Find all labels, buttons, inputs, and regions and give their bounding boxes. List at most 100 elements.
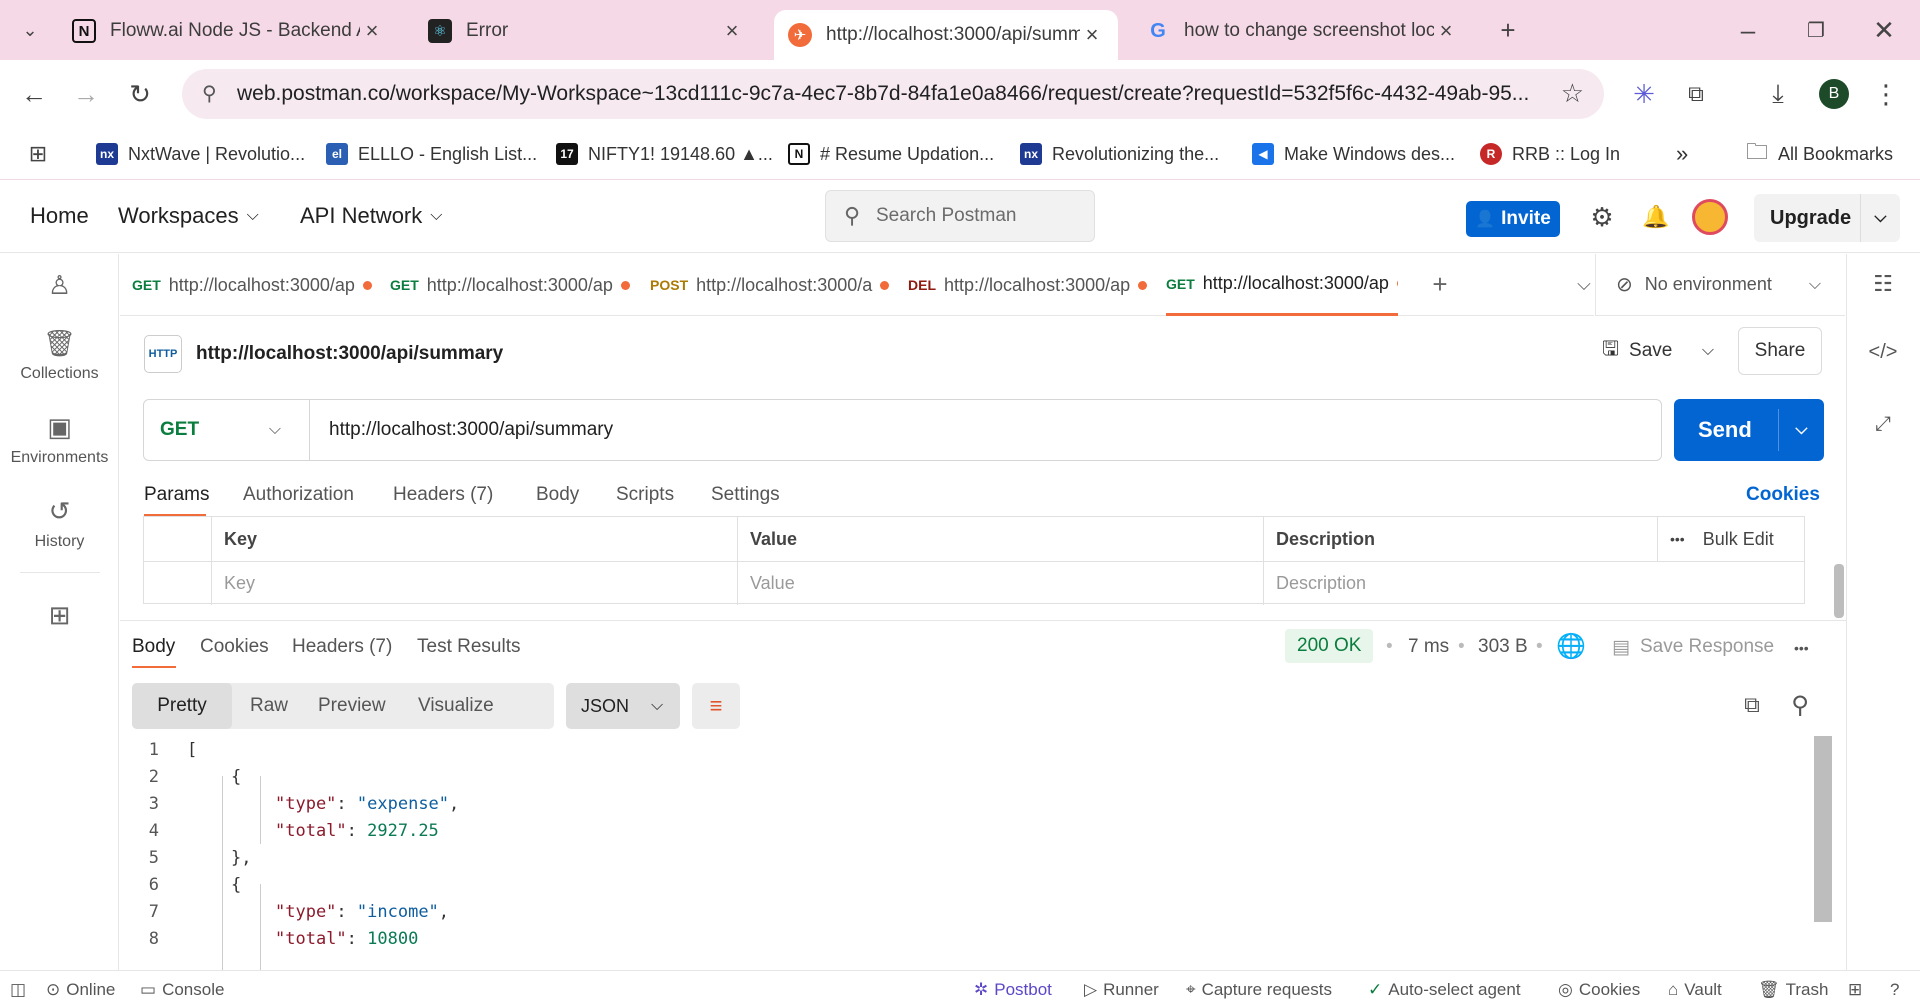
close-icon[interactable]: × [1434, 18, 1458, 44]
nav-home[interactable]: Home [30, 203, 89, 229]
tab-body[interactable]: Body [536, 484, 579, 506]
runner-button[interactable]: ▷ Runner [1084, 980, 1159, 1000]
tab-settings[interactable]: Settings [711, 484, 780, 506]
send-options-chevron-icon[interactable]: ⌵ [1778, 409, 1824, 451]
request-tab-active[interactable]: GET http://localhost:3000/ap [1166, 254, 1398, 316]
minimize-icon[interactable]: – [1728, 10, 1768, 50]
extensions-puzzle-icon[interactable]: ⧉ [1676, 74, 1716, 114]
view-preview[interactable]: Preview [304, 683, 400, 729]
cookies-footer-button[interactable]: ◎ Cookies [1558, 980, 1640, 1000]
help-icon[interactable]: ? [1890, 980, 1899, 1000]
upgrade-button[interactable]: Upgrade ⌵ [1754, 194, 1900, 242]
param-description-input[interactable]: Description [1264, 561, 1804, 605]
browser-tab-1[interactable]: N Floww.ai Node JS - Backend As × [58, 10, 398, 52]
response-body-code[interactable]: 1[ 2{ 3 "type": "expense", 4 "total": 2927… [132, 736, 1812, 970]
method-select[interactable]: GET ⌵ [144, 400, 310, 460]
url-bar[interactable]: ⚲ web.postman.co/workspace/My-Workspace~… [182, 69, 1604, 119]
params-row-checkbox[interactable] [144, 561, 212, 605]
request-tab[interactable]: GET http://localhost:3000/ap [390, 254, 640, 316]
chrome-menu-icon[interactable]: ⋮ [1866, 74, 1906, 114]
console-button[interactable]: ▭ Console [140, 980, 224, 1000]
site-info-icon[interactable]: ⚲ [202, 81, 217, 106]
expand-icon[interactable]: ⤢ [1863, 404, 1903, 444]
restore-icon[interactable]: ❐ [1796, 10, 1836, 50]
save-response-button[interactable]: ▤ Save Response [1612, 636, 1774, 659]
extension-icon[interactable]: ✳ [1624, 74, 1664, 114]
network-globe-icon[interactable]: 🌐 [1556, 632, 1586, 661]
vault-button[interactable]: ⌂ Vault [1668, 980, 1722, 1000]
sidebar-item-profile[interactable]: ♙ [0, 270, 119, 307]
save-options-chevron-icon[interactable]: ⌵ [1690, 327, 1726, 375]
browser-tab-4[interactable]: G how to change screenshot locat × [1132, 10, 1472, 52]
tab-authorization[interactable]: Authorization [243, 484, 354, 506]
nav-api-network[interactable]: API Network ⌵ [300, 203, 442, 229]
tab-scripts[interactable]: Scripts [616, 484, 674, 506]
close-icon[interactable]: × [360, 18, 384, 44]
back-arrow-icon[interactable]: ← [14, 74, 54, 114]
apps-grid-icon[interactable]: ⊞ [18, 134, 58, 174]
environment-selector[interactable]: ⊘ No environment ⌵ [1595, 254, 1845, 316]
status-badge[interactable]: 200 OK [1285, 629, 1374, 663]
bulk-edit-link[interactable]: Bulk Edit [1703, 529, 1774, 550]
bookmark-item[interactable]: R RRB :: Log In [1480, 138, 1620, 170]
invite-button[interactable]: 👤 Invite [1466, 201, 1560, 237]
reload-icon[interactable]: ↻ [120, 74, 160, 114]
forward-arrow-icon[interactable]: → [66, 74, 106, 114]
trash-button[interactable]: 🗑 Trash [1758, 980, 1828, 1000]
browser-tab-3[interactable]: ✈ http://localhost:3000/api/summ × [774, 10, 1118, 60]
sidebar-item-apps[interactable]: ⊞ [0, 600, 119, 637]
send-button[interactable]: Send ⌵ [1674, 399, 1824, 461]
cookies-link[interactable]: Cookies [1746, 484, 1820, 506]
sidebar-item-environments[interactable]: ▣ Environments [0, 412, 119, 467]
params-scrollbar[interactable] [1834, 564, 1844, 618]
code-icon[interactable]: </> [1863, 332, 1903, 372]
param-key-input[interactable]: Key [212, 561, 738, 605]
postbot-button[interactable]: ✲ Postbot [974, 980, 1052, 1000]
search-input[interactable]: ⚲ Search Postman [825, 190, 1095, 242]
response-size[interactable]: 303 B [1478, 636, 1528, 658]
bookmark-item[interactable]: nx NxtWave | Revolutio... [96, 138, 305, 170]
save-button[interactable]: 🖫 Save [1590, 327, 1690, 375]
response-time[interactable]: 7 ms [1408, 636, 1449, 658]
format-select[interactable]: JSON ⌵ [566, 683, 680, 729]
bookmark-item[interactable]: el ELLLO - English List... [326, 138, 537, 170]
notifications-bell-icon[interactable]: 🔔 [1636, 197, 1676, 237]
new-tab-plus-icon[interactable]: + [1488, 10, 1528, 50]
close-icon[interactable]: × [1080, 22, 1104, 48]
all-bookmarks[interactable]: 🗀 All Bookmarks [1746, 138, 1893, 170]
response-tab-test-results[interactable]: Test Results [417, 636, 520, 658]
sidebar-item-history[interactable]: ↺ History [0, 496, 119, 551]
layout-toggle-icon[interactable]: ⊞ [1848, 980, 1862, 1000]
bookmark-item[interactable]: N # Resume Updation... [788, 138, 994, 170]
more-options-icon[interactable]: ••• [1794, 640, 1809, 656]
settings-gear-icon[interactable]: ⚙ [1582, 197, 1622, 237]
capture-requests-button[interactable]: ⌖ Capture requests [1186, 980, 1332, 1000]
online-status[interactable]: ⊙ Online [46, 980, 115, 1000]
chevron-down-icon[interactable]: ⌵ [1860, 194, 1900, 242]
window-close-icon[interactable]: ✕ [1864, 10, 1904, 50]
bookmark-item[interactable]: 17 NIFTY1! 19148.60 ▲... [556, 138, 773, 170]
pane-divider[interactable] [120, 620, 1846, 621]
request-tab[interactable]: GET http://localhost:3000/ap [132, 254, 380, 316]
request-tab[interactable]: POST http://localhost:3000/a [650, 254, 900, 316]
response-tab-body[interactable]: Body [132, 636, 176, 668]
more-options-icon[interactable]: ••• [1670, 531, 1685, 547]
response-tab-cookies[interactable]: Cookies [200, 636, 269, 658]
toggle-sidebar-icon[interactable]: ◫ [10, 980, 26, 1000]
bookmark-star-icon[interactable]: ☆ [1561, 78, 1584, 109]
response-tab-headers[interactable]: Headers (7) [292, 636, 392, 658]
wrap-lines-icon[interactable]: ≡ [692, 683, 740, 729]
profile-avatar[interactable]: B [1814, 74, 1854, 114]
response-scrollbar[interactable] [1814, 736, 1832, 922]
request-tab[interactable]: DEL http://localhost:3000/ap [908, 254, 1158, 316]
tab-params[interactable]: Params [144, 484, 209, 516]
view-visualize[interactable]: Visualize [404, 683, 508, 729]
bookmark-item[interactable]: nx Revolutionizing the... [1020, 138, 1219, 170]
browser-tab-2[interactable]: ⚛ Error × [414, 10, 758, 52]
search-icon[interactable]: ⚲ [1780, 685, 1820, 725]
close-icon[interactable]: × [720, 18, 744, 44]
view-pretty[interactable]: Pretty [132, 683, 232, 729]
new-request-plus-icon[interactable]: + [1420, 264, 1460, 304]
nav-workspaces[interactable]: Workspaces ⌵ [118, 203, 259, 229]
param-value-input[interactable]: Value [738, 561, 1264, 605]
